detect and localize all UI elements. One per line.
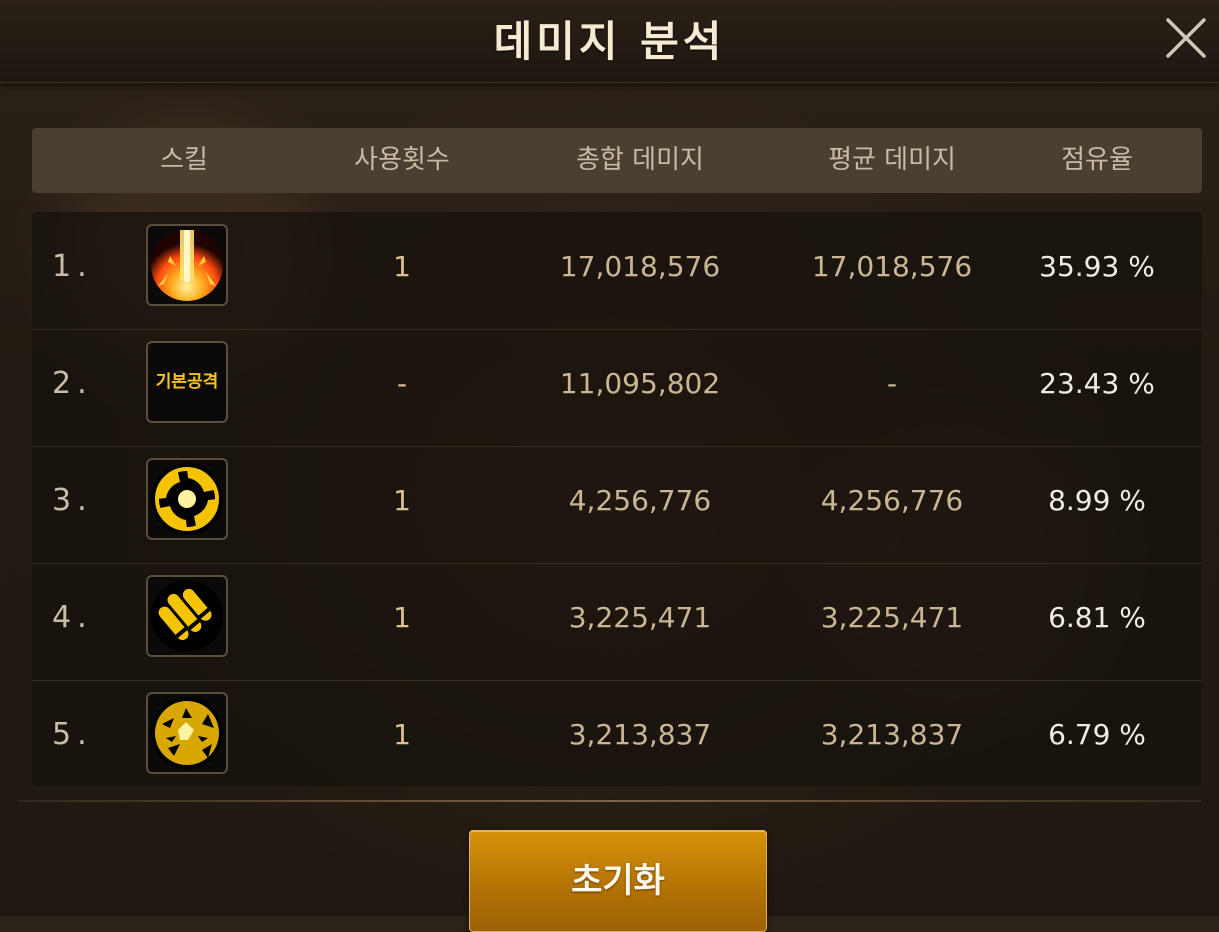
burst-skill-icon: [146, 692, 228, 774]
header-total-damage: 총합 데미지: [576, 145, 704, 175]
row-avg-damage: 3,225,471: [820, 601, 964, 634]
basic-attack-icon: 기본공격: [146, 341, 228, 423]
table-row: 3. 1 4,256,776 4,256,776 8.99 %: [32, 446, 1202, 564]
row-uses: -: [396, 367, 408, 400]
row-total-damage: 3,225,471: [568, 601, 712, 634]
row-total-damage: 4,256,776: [568, 484, 712, 517]
table-row: 5. 1 3,213,837 3,213,837 6.79 %: [32, 680, 1202, 797]
header-uses: 사용횟수: [354, 145, 450, 175]
row-share: 6.81 %: [1048, 601, 1146, 634]
dialog-title: 데미지 분석: [493, 17, 726, 66]
table-header: 스킬 사용횟수 총합 데미지 평균 데미지 점유율: [32, 128, 1202, 193]
close-icon: [1166, 18, 1206, 58]
row-share: 23.43 %: [1039, 367, 1155, 400]
row-avg-damage: -: [886, 367, 898, 400]
header-avg-damage: 평균 데미지: [828, 145, 956, 175]
row-share: 35.93 %: [1039, 250, 1155, 283]
row-uses: 1: [393, 484, 411, 517]
row-rank: 1.: [52, 249, 93, 284]
header-skill: 스킬: [160, 145, 208, 175]
row-share: 8.99 %: [1048, 484, 1146, 517]
table-row: 4. 1 3,225,471 3,225,471 6.81 %: [32, 563, 1202, 681]
row-uses: 1: [393, 250, 411, 283]
vortex-skill-icon: [146, 458, 228, 540]
row-uses: 1: [393, 718, 411, 751]
row-total-damage: 3,213,837: [568, 718, 712, 751]
reset-button-label: 초기화: [571, 861, 665, 901]
damage-table: 1. 1 17,018,576 17,018,576 35.93 % 2. 기본…: [32, 212, 1202, 786]
dialog-header: 데미지 분석: [0, 0, 1219, 83]
row-rank: 2.: [52, 366, 93, 401]
close-button[interactable]: [1162, 14, 1210, 62]
row-share: 6.79 %: [1048, 718, 1146, 751]
footer-divider: [18, 800, 1201, 802]
basic-attack-label: 기본공격: [155, 372, 219, 392]
row-uses: 1: [393, 601, 411, 634]
row-rank: 3.: [52, 483, 93, 518]
row-rank: 5.: [52, 717, 93, 752]
row-avg-damage: 17,018,576: [811, 250, 973, 283]
explosion-skill-icon: [146, 224, 228, 306]
row-rank: 4.: [52, 600, 93, 635]
table-row: 2. 기본공격 - 11,095,802 - 23.43 %: [32, 329, 1202, 447]
row-avg-damage: 4,256,776: [820, 484, 964, 517]
row-avg-damage: 3,213,837: [820, 718, 964, 751]
row-total-damage: 11,095,802: [559, 367, 721, 400]
table-row: 1. 1 17,018,576 17,018,576 35.93 %: [32, 212, 1202, 330]
row-total-damage: 17,018,576: [559, 250, 721, 283]
reset-button[interactable]: 초기화: [469, 830, 767, 932]
header-share: 점유율: [1061, 145, 1133, 175]
bullets-skill-icon: [146, 575, 228, 657]
